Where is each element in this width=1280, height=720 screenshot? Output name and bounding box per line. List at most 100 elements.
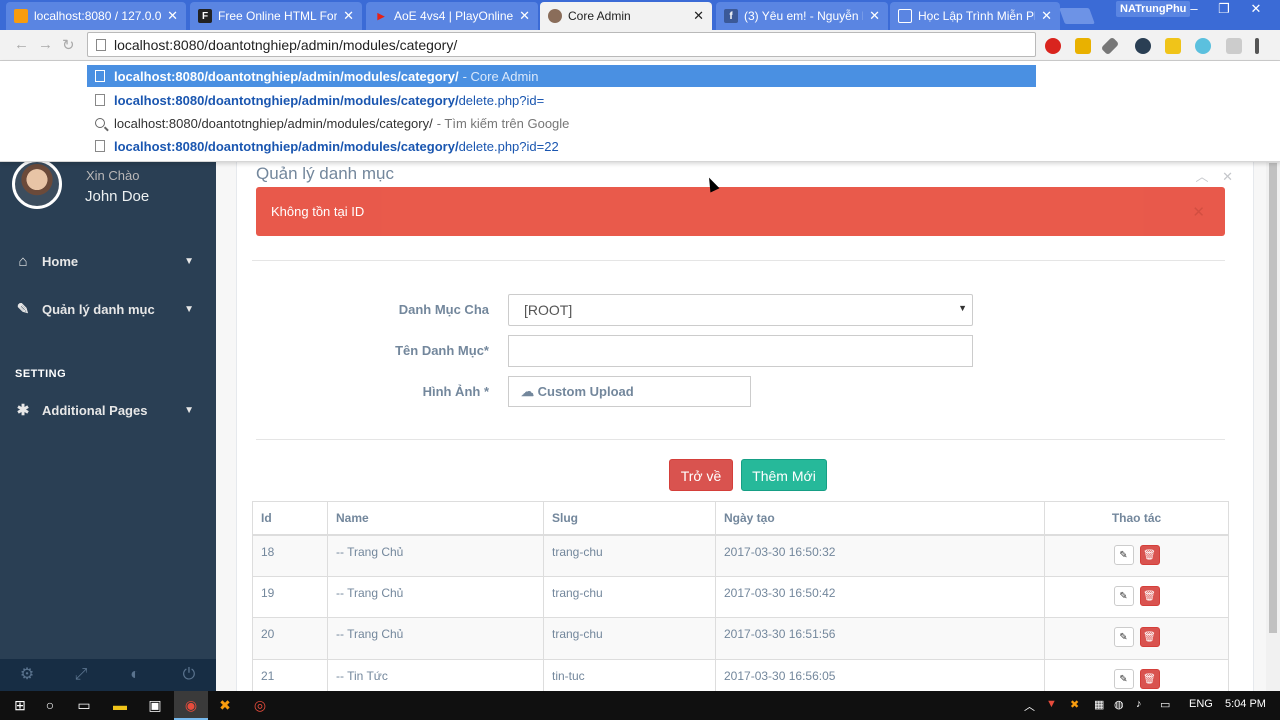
menu-icon[interactable]	[1255, 38, 1259, 54]
cell-actions: ✎ 🗑	[1044, 617, 1229, 660]
cortana-icon[interactable]: ○	[42, 697, 58, 713]
settings-icon[interactable]: ⚙	[0, 659, 54, 691]
caret-down-icon: ▼	[958, 303, 967, 313]
new-tab-button[interactable]	[1059, 8, 1095, 24]
suggestion-item[interactable]: localhost:8080/doantotnghiep/admin/modul…	[87, 135, 1036, 157]
category-name-input[interactable]	[508, 335, 973, 367]
forward-icon[interactable]: →	[38, 36, 53, 53]
close-icon[interactable]: ✕	[1041, 8, 1052, 24]
avatar-icon	[548, 9, 562, 23]
cell-id: 18	[252, 534, 328, 577]
tab-html-form[interactable]: F Free Online HTML Form ✕	[190, 2, 362, 30]
extension-icon[interactable]	[1226, 38, 1242, 54]
app-icon[interactable]: ◎	[252, 697, 268, 713]
file-explorer-icon[interactable]: ▬	[112, 697, 128, 713]
avatar	[12, 159, 62, 209]
cloud-upload-icon: ☁	[521, 384, 534, 399]
column-header: Id	[252, 501, 328, 536]
parent-category-label: Danh Mục Cha	[398, 302, 489, 317]
back-icon[interactable]: ←	[14, 36, 29, 53]
windows-start-icon[interactable]: ⊞	[12, 697, 28, 713]
folder-icon[interactable]	[1075, 38, 1091, 54]
xampp-icon[interactable]: ✖	[217, 697, 233, 713]
extension-icon[interactable]	[1165, 38, 1181, 54]
edit-icon[interactable]: ✎	[1113, 627, 1134, 647]
sidebar-item-category[interactable]: ✎ Quản lý danh mục ▼	[0, 292, 216, 326]
close-icon[interactable]: ✕	[167, 8, 178, 24]
image-label: Hình Ảnh *	[422, 384, 489, 399]
phpmyadmin-icon	[14, 9, 28, 23]
tray-app-icon[interactable]: ▦	[1094, 698, 1104, 711]
react-icon[interactable]	[1195, 38, 1211, 54]
suggestion-url-rest: delete.php?id=	[458, 92, 545, 108]
reload-icon[interactable]: ↻	[62, 36, 75, 54]
tab-facebook[interactable]: f (3) Yêu em! - Nguyễn Lê ✕	[716, 2, 888, 30]
volume-icon[interactable]: ♪	[1136, 698, 1142, 710]
suggestion-item[interactable]: localhost:8080/doantotnghiep/admin/modul…	[87, 65, 1036, 87]
task-view-icon[interactable]: ▭	[76, 697, 92, 713]
category-table: Id Name Slug Ngày tạo Thao tác 18 -- Tra…	[252, 501, 1229, 701]
home-icon: ⌂	[18, 252, 28, 270]
sidebar-item-additional-pages[interactable]: ✱ Additional Pages ▼	[0, 393, 216, 427]
lock-icon[interactable]: ◐	[108, 659, 162, 691]
cell-id: 20	[252, 617, 328, 660]
language-indicator[interactable]: ENG	[1189, 698, 1213, 710]
tray-app-icon[interactable]: ▼	[1046, 698, 1057, 710]
address-bar[interactable]	[87, 32, 1036, 57]
collapse-icon[interactable]: ︿	[1195, 169, 1208, 184]
tab-title: localhost:8080 / 127.0.0.1	[34, 9, 162, 23]
close-icon[interactable]: ✕	[693, 8, 704, 24]
suggestion-item[interactable]: localhost:8080/doantotnghiep/admin/modul…	[87, 112, 1036, 134]
add-new-button[interactable]: Thêm Mới	[741, 459, 827, 491]
restore-icon[interactable]: ❐	[1210, 0, 1238, 18]
trash-icon[interactable]: 🗑	[1139, 544, 1160, 565]
xampp-icon[interactable]: ✖	[1070, 698, 1079, 711]
close-icon[interactable]: ✕	[1222, 169, 1233, 184]
opera-icon[interactable]	[1045, 38, 1061, 54]
fullscreen-icon[interactable]: ⤢	[54, 659, 108, 691]
edit-icon[interactable]: ✎	[1113, 668, 1134, 689]
edit-icon[interactable]: ✎	[1113, 544, 1134, 565]
suggestion-desc: - Tìm kiếm trên Google	[436, 115, 570, 131]
tab-phpmyadmin[interactable]: localhost:8080 / 127.0.0.1 ✕	[6, 2, 186, 30]
edit-icon[interactable]: ✎	[1113, 585, 1134, 606]
scrollbar-thumb[interactable]	[1269, 163, 1277, 633]
custom-upload-button[interactable]: ☁ Custom Upload	[508, 376, 751, 407]
close-icon[interactable]: ✕	[343, 8, 354, 24]
terminal-icon[interactable]: ▣	[147, 697, 163, 713]
tab-hoc-lap-trinh[interactable]: Học Lập Trình Miễn Phí ✕	[890, 2, 1060, 30]
close-icon[interactable]: ✕	[519, 8, 530, 24]
parent-category-select[interactable]: [ROOT] ▼	[508, 294, 973, 326]
chat-icon[interactable]: ▭	[1160, 698, 1170, 711]
trash-icon[interactable]: 🗑	[1139, 668, 1160, 689]
table-row: 19 -- Trang Chủ trang-chu 2017-03-30 16:…	[252, 575, 1229, 618]
suggestion-item[interactable]: localhost:8080/doantotnghiep/admin/modul…	[87, 89, 1036, 111]
minimize-icon[interactable]: –	[1180, 0, 1208, 18]
logout-icon[interactable]: ⏻	[162, 659, 216, 691]
tab-aoe[interactable]: ▶ AoE 4vs4 | PlayOnline.vn ✕	[366, 2, 538, 30]
page-icon	[96, 38, 106, 51]
tray-app-icon[interactable]: ◍	[1114, 698, 1124, 711]
chrome-icon[interactable]: ◉	[183, 697, 199, 713]
trash-icon[interactable]: 🗑	[1139, 627, 1160, 647]
pen-icon[interactable]	[1100, 36, 1120, 56]
tray-expand-icon[interactable]: ︿	[1024, 698, 1035, 714]
divider	[252, 260, 1225, 261]
chat-icon[interactable]	[1135, 38, 1151, 54]
address-input[interactable]	[114, 36, 1014, 53]
clock[interactable]: 5:04 PM	[1225, 698, 1266, 710]
menu-section-title: SETTING	[15, 368, 67, 380]
browser-toolbar: ← → ↻	[0, 30, 1280, 61]
username: John Doe	[85, 188, 150, 205]
sidebar-item-label: Quản lý danh mục	[42, 301, 155, 317]
window-close-icon[interactable]: ✕	[1242, 0, 1270, 18]
sidebar-item-home[interactable]: ⌂ Home ▼	[0, 244, 216, 278]
close-icon[interactable]: ✕	[869, 8, 880, 24]
edit-icon: ✎	[16, 301, 30, 318]
cell-created: 2017-03-30 16:51:56	[715, 617, 1045, 660]
back-button[interactable]: Trở về	[669, 459, 733, 491]
trash-icon[interactable]: 🗑	[1139, 585, 1160, 606]
tab-core-admin[interactable]: Core Admin ✕	[540, 2, 712, 30]
close-icon[interactable]: ✕	[1192, 203, 1205, 221]
omnibox-suggestions: localhost:8080/doantotnghiep/admin/modul…	[0, 61, 1280, 162]
